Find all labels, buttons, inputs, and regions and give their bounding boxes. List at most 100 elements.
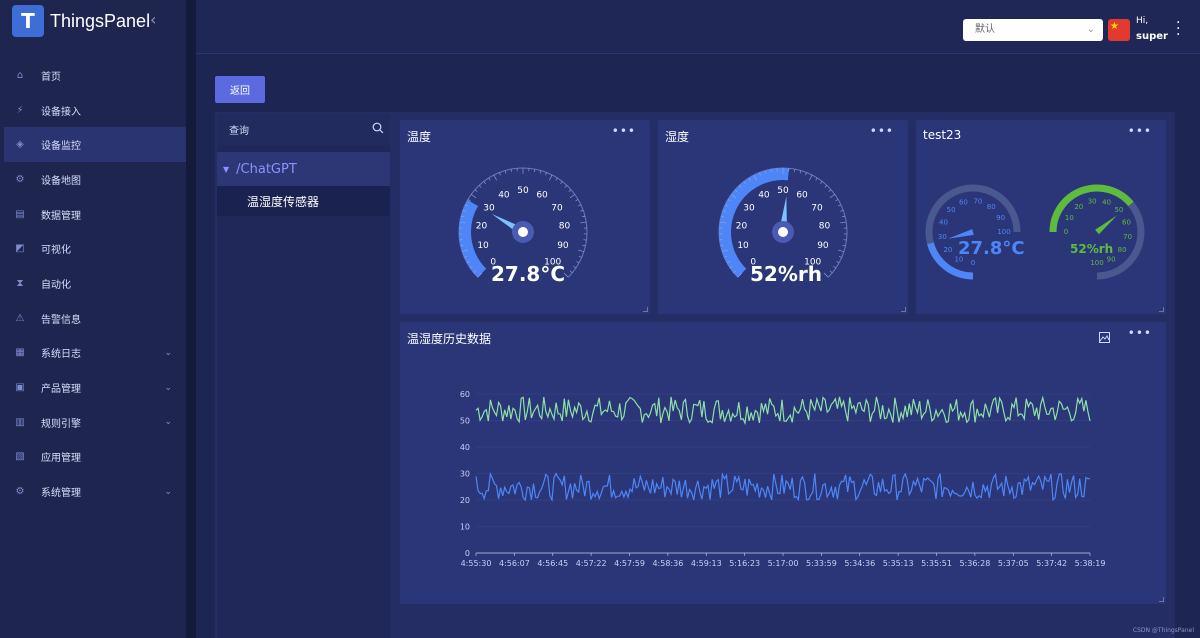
gauge-tick xyxy=(809,174,813,181)
sidebar-item-label: 可视化 xyxy=(41,245,71,257)
gauge-tick xyxy=(545,172,547,176)
resize-handle[interactable] xyxy=(643,307,648,312)
x-tick-label: 5:37:42 xyxy=(1036,559,1067,568)
search-label: 查询 xyxy=(229,126,249,137)
gauge-tick xyxy=(568,189,572,192)
gauge-tick xyxy=(575,199,579,202)
x-tick-label: 5:36:28 xyxy=(959,559,990,568)
gauge-tick xyxy=(474,189,478,192)
gauge-tick xyxy=(478,185,482,188)
x-tick-label: 4:59:13 xyxy=(691,559,722,568)
back-button[interactable]: 返回 xyxy=(215,76,265,103)
tree-leaf-label: 温湿度传感器 xyxy=(247,194,320,209)
sidebar-item-1[interactable]: ⚡ 设备接入 xyxy=(4,93,186,128)
gauge-tick xyxy=(823,272,829,278)
resize-handle[interactable] xyxy=(1159,307,1164,312)
gauge-tick xyxy=(499,172,501,176)
data-icon: ▤ xyxy=(15,208,25,220)
gauge-tick xyxy=(564,185,568,188)
mini-gauge-tick-label: 0 xyxy=(1064,228,1068,236)
sidebar-item-label: 产品管理 xyxy=(41,384,81,396)
sidebar-item-label: 规则引擎 xyxy=(41,418,81,430)
y-tick-label: 0 xyxy=(465,549,470,558)
gauge-tick xyxy=(829,270,833,274)
gauge-tick xyxy=(842,215,846,218)
search-icon[interactable] xyxy=(372,122,384,137)
gauge-tick xyxy=(539,170,542,174)
sidebar: T ThingsPanel ‹ ⌂ 首页 ⚡ 设备接入 ◈ 设备监控 ⚙ 设备地图 ▤ 数据管理 ◩… xyxy=(0,0,186,638)
sidebar-item-12[interactable]: ⚙ 系统管理 ⌄ xyxy=(4,474,186,509)
sidebar-item-11[interactable]: ▧ 应用管理 xyxy=(4,440,186,475)
chevron-down-icon: ⌄ xyxy=(164,382,172,393)
sidebar-item-label: 设备地图 xyxy=(41,175,81,187)
gauge-tick xyxy=(840,210,844,212)
mini-gauge-tick-label: 80 xyxy=(987,203,996,211)
humidity-card: 湿度 ••• 0 10 20 30 40 50 60 70 80 90 100 52%rh xyxy=(658,120,908,314)
sidebar-item-label: 数据管理 xyxy=(41,210,81,222)
dual-gauge: 0102030405060 708090100 0102030 40506070809… xyxy=(925,184,1145,280)
series-line xyxy=(475,395,1091,426)
gauge-tick xyxy=(820,181,823,184)
mini-gauge-tick-label: 100 xyxy=(1090,259,1103,267)
sidebar-item-6[interactable]: ⧗ 自动化 xyxy=(4,266,186,301)
gauge-tick xyxy=(828,189,832,192)
gauge-tick xyxy=(805,172,807,176)
sidebar-item-7[interactable]: ⚠ 告警信息 xyxy=(4,301,186,336)
sidebar-item-0[interactable]: ⌂ 首页 xyxy=(4,58,186,93)
more-menu-icon[interactable]: · · · xyxy=(1176,16,1180,42)
gauge-tick xyxy=(580,210,584,212)
mini-gauge-tick-label: 60 xyxy=(959,199,968,207)
chevron-down-icon: ⌄ xyxy=(164,347,172,358)
gauge-tick xyxy=(799,170,802,174)
sidebar-item-5[interactable]: ◩ 可视化 xyxy=(4,231,186,266)
x-tick-label: 5:35:13 xyxy=(883,559,914,568)
sidebar-item-label: 系统日志 xyxy=(41,349,81,361)
gauge-tick xyxy=(578,255,582,258)
gauge-tick xyxy=(471,194,477,199)
resize-handle[interactable] xyxy=(1159,597,1164,602)
gauge-tick xyxy=(838,255,842,258)
tree-leaf[interactable]: 温湿度传感器 xyxy=(217,186,390,216)
sidebar-item-3[interactable]: ⚙ 设备地图 xyxy=(4,162,186,197)
mini-gauge-tick-label: 50 xyxy=(1114,206,1123,214)
sidebar-item-4[interactable]: ▤ 数据管理 xyxy=(4,197,186,232)
gauge-hub-center xyxy=(778,227,788,237)
tree-group[interactable]: ▼ /ChatGPT xyxy=(217,152,390,186)
sidebar-item-10[interactable]: ▥ 规则引擎 ⌄ xyxy=(4,405,186,440)
sidebar-item-9[interactable]: ▣ 产品管理 ⌄ xyxy=(4,370,186,405)
tree-search[interactable]: 查询 xyxy=(217,114,390,145)
mini-gauge-tick-label: 70 xyxy=(973,197,982,205)
sidebar-item-2[interactable]: ◈ 设备监控 xyxy=(4,127,186,163)
gauge-tick-label: 20 xyxy=(476,221,488,231)
app-logo[interactable]: T ThingsPanel xyxy=(12,5,150,37)
resize-handle[interactable] xyxy=(901,307,906,312)
history-card: 温湿度历史数据 ••• 0 10 20 30 40 50 60 4:55:30 4:56:07 4… xyxy=(400,322,1166,604)
gauge-tick xyxy=(483,181,486,184)
test23-card: test23 ••• 0 10 20 30 40 50 60 70 80 90 100 0 10 20 30… xyxy=(916,120,1166,314)
gauge-tick xyxy=(504,170,507,174)
org-select[interactable]: 默认 ⌄ xyxy=(963,19,1103,41)
home-icon: ⌂ xyxy=(16,69,24,81)
map-icon: ⚙ xyxy=(15,173,25,185)
y-tick-label: 10 xyxy=(460,523,470,532)
x-tick-label: 5:33:59 xyxy=(806,559,837,568)
avatar[interactable]: ★ xyxy=(1108,19,1130,41)
gauge-tick xyxy=(836,261,840,264)
sidebar-item-8[interactable]: ▦ 系统日志 ⌄ xyxy=(4,336,186,371)
mini-gauge-tick-label: 20 xyxy=(943,246,952,254)
gauge-tick-label: 50 xyxy=(517,186,529,196)
chevron-down-icon: ⌄ xyxy=(164,417,172,428)
y-tick-label: 60 xyxy=(460,390,470,399)
x-tick-label: 5:38:19 xyxy=(1075,559,1106,568)
visual-icon: ◩ xyxy=(15,243,25,255)
y-tick-label: 40 xyxy=(460,443,470,452)
mini-gauge-needle xyxy=(1095,215,1118,235)
gauge-tick-label: 60 xyxy=(796,191,808,201)
collapse-sidebar-icon[interactable]: ‹ xyxy=(150,10,156,29)
gauge-tick xyxy=(582,245,586,247)
gauge-tick-label: 80 xyxy=(819,221,831,231)
y-tick-label: 50 xyxy=(460,417,470,426)
sidebar-divider xyxy=(186,0,196,638)
gauge-tick-label: 70 xyxy=(551,203,563,213)
chevron-down-icon: ⌄ xyxy=(1086,24,1095,35)
